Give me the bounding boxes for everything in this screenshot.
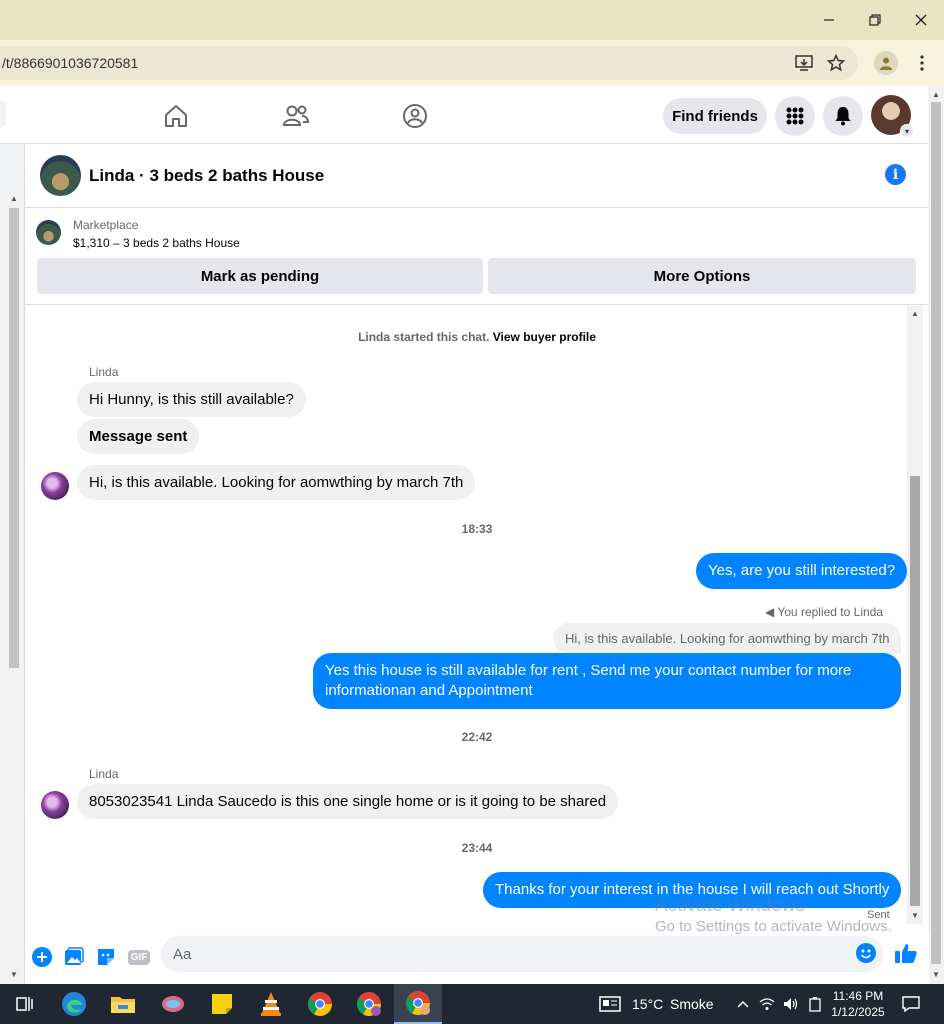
- incoming-message[interactable]: Hi, is this available. Looking for aomwt…: [77, 465, 476, 500]
- windows-taskbar: 15°C Smoke 11:46 PM 1/12/2025: [0, 984, 944, 1024]
- scroll-down-arrow-icon[interactable]: ▼: [932, 970, 940, 979]
- task-view-icon[interactable]: [0, 984, 48, 1024]
- chrome-profile-icon[interactable]: [345, 984, 393, 1024]
- minimize-icon: [824, 19, 834, 21]
- browser-menu-icon[interactable]: [911, 52, 933, 74]
- sender-avatar[interactable]: [41, 791, 69, 819]
- reply-indicator: ◀ You replied to Linda: [765, 605, 883, 619]
- news-widget-icon[interactable]: [594, 984, 626, 1024]
- listing-thumbnail[interactable]: [36, 220, 61, 245]
- bell-icon: [835, 107, 851, 126]
- reply-arrow-icon: ◀: [765, 605, 775, 619]
- sender-avatar[interactable]: [41, 472, 69, 500]
- marketplace-label: Marketplace: [73, 218, 139, 232]
- photo-icon[interactable]: [63, 946, 85, 968]
- install-app-icon[interactable]: [793, 52, 815, 74]
- weather-description[interactable]: Smoke: [670, 996, 714, 1012]
- timestamp: 18:33: [461, 522, 493, 536]
- page-scrollbar-right[interactable]: ▲ ▼: [928, 86, 944, 984]
- message-input[interactable]: [161, 936, 883, 972]
- facebook-header: Find friends ▾: [0, 86, 928, 144]
- scroll-up-arrow-icon[interactable]: ▲: [932, 90, 940, 99]
- chrome-active-icon[interactable]: [394, 984, 442, 1024]
- battery-icon[interactable]: [804, 984, 826, 1024]
- minimize-button[interactable]: [806, 0, 852, 40]
- profile-icon[interactable]: [874, 51, 898, 75]
- chevron-up-icon[interactable]: [732, 984, 754, 1024]
- groups-icon[interactable]: [397, 98, 433, 134]
- chat-start-notice: Linda started this chat. View buyer prof…: [25, 330, 929, 344]
- chat-start-text: Linda started this chat.: [358, 330, 490, 344]
- gif-icon[interactable]: GIF: [127, 946, 151, 968]
- view-buyer-profile-link[interactable]: View buyer profile: [493, 330, 596, 344]
- sender-name: Linda: [89, 365, 119, 379]
- emoji-icon[interactable]: [855, 942, 877, 964]
- chrome-icon[interactable]: [296, 984, 344, 1024]
- clock-date: 1/12/2025: [831, 1005, 885, 1019]
- vlc-icon[interactable]: [247, 984, 295, 1024]
- menu-grid-button[interactable]: [775, 96, 815, 136]
- scroll-down-arrow-icon[interactable]: ▼: [10, 970, 18, 979]
- sender-name: Linda: [89, 767, 119, 781]
- scrollbar-thumb[interactable]: [9, 208, 19, 668]
- gif-label: GIF: [127, 949, 151, 965]
- volume-icon[interactable]: [780, 984, 802, 1024]
- page-scrollbar-left[interactable]: ▲ ▼: [6, 192, 22, 982]
- incoming-message[interactable]: Hi Hunny, is this still available?: [77, 382, 306, 417]
- close-window-button[interactable]: [898, 0, 944, 40]
- messages-scrollbar[interactable]: ▲ ▼: [907, 306, 923, 924]
- activation-watermark-title: Activate Windows: [655, 895, 805, 916]
- browser-title-bar: [0, 0, 944, 40]
- weather-temperature[interactable]: 15°C: [632, 996, 663, 1012]
- scrollbar-thumb[interactable]: [931, 102, 941, 964]
- app-icon[interactable]: [149, 984, 197, 1024]
- incoming-message[interactable]: Message sent: [77, 419, 200, 454]
- more-options-button[interactable]: More Options: [488, 258, 916, 294]
- sticky-notes-icon[interactable]: [198, 984, 246, 1024]
- find-friends-button[interactable]: Find friends: [663, 98, 767, 134]
- edge-icon[interactable]: [50, 984, 98, 1024]
- restore-button[interactable]: [852, 0, 898, 40]
- plus-icon[interactable]: [31, 946, 53, 968]
- chat-window: Linda · 3 beds 2 baths House i Marketpla…: [24, 144, 929, 984]
- timestamp: 23:44: [461, 841, 493, 855]
- notifications-button[interactable]: [823, 96, 863, 136]
- notification-center-icon[interactable]: [896, 984, 926, 1024]
- mark-as-pending-button[interactable]: Mark as pending: [37, 258, 483, 294]
- incoming-message[interactable]: 8053023541 Linda Saucedo is this one sin…: [77, 784, 619, 819]
- outgoing-message[interactable]: Yes this house is still available for re…: [313, 653, 901, 709]
- scroll-up-arrow-icon[interactable]: ▲: [10, 194, 18, 203]
- replied-to-text: You replied to Linda: [777, 605, 884, 619]
- listing-title[interactable]: $1,310 – 3 beds 2 baths House: [73, 236, 240, 250]
- restore-icon: [869, 14, 881, 26]
- bookmark-star-icon[interactable]: [825, 52, 847, 74]
- friends-icon[interactable]: [278, 98, 314, 134]
- thumbs-up-icon[interactable]: [893, 942, 919, 964]
- info-icon[interactable]: i: [885, 164, 906, 185]
- conversation-photo[interactable]: [40, 155, 81, 196]
- quoted-message[interactable]: Hi, is this available. Looking for aomwt…: [553, 623, 902, 654]
- address-bar-area: /t/8866901036720581: [0, 40, 944, 86]
- outgoing-message[interactable]: Yes, are you still interested?: [696, 553, 908, 589]
- file-explorer-icon[interactable]: [99, 984, 147, 1024]
- chevron-down-icon: ▾: [900, 124, 914, 138]
- message-composer: GIF: [25, 934, 929, 984]
- chat-title[interactable]: Linda · 3 beds 2 baths House: [89, 166, 324, 186]
- marketplace-listing-banner: Marketplace $1,310 – 3 beds 2 baths Hous…: [25, 209, 929, 305]
- grid-icon: [786, 107, 804, 125]
- search-edge[interactable]: [0, 100, 6, 128]
- clock-time: 11:46 PM: [832, 989, 884, 1003]
- close-icon: [915, 14, 927, 26]
- taskbar-clock[interactable]: 11:46 PM 1/12/2025: [826, 988, 890, 1020]
- timestamp: 22:42: [461, 730, 493, 744]
- activation-watermark-subtitle: Go to Settings to activate Windows.: [655, 918, 892, 935]
- sticker-icon[interactable]: [95, 946, 117, 968]
- url-field[interactable]: /t/8866901036720581: [0, 46, 858, 80]
- scroll-up-arrow-icon[interactable]: ▲: [911, 309, 919, 318]
- chat-header: Linda · 3 beds 2 baths House i: [25, 144, 929, 208]
- wifi-icon[interactable]: [756, 984, 778, 1024]
- scroll-down-arrow-icon[interactable]: ▼: [911, 911, 919, 920]
- home-icon[interactable]: [158, 98, 194, 134]
- account-avatar[interactable]: ▾: [871, 95, 914, 138]
